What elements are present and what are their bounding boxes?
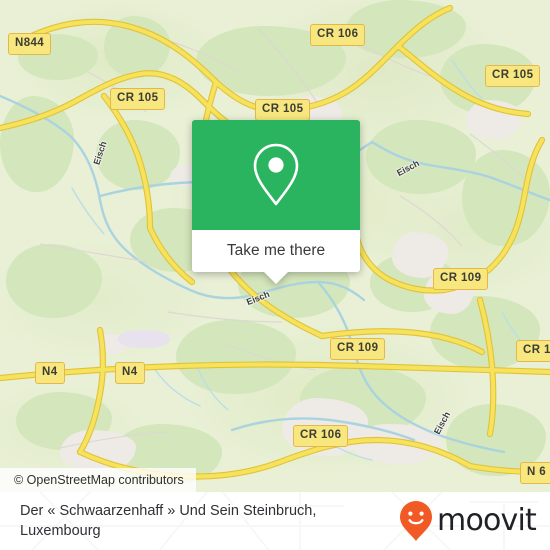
road-shield[interactable]: CR 105: [485, 65, 541, 87]
moovit-smiley-pin-icon: [400, 501, 433, 541]
road-shield[interactable]: CR 105: [110, 88, 166, 110]
attribution-text: © OpenStreetMap contributors: [14, 473, 184, 487]
road-shield[interactable]: CR 109: [433, 268, 489, 290]
location-popup-card[interactable]: Take me there: [192, 120, 360, 284]
map-canvas[interactable]: N844 CR 106 CR 105 CR 105 CR 105 CR 109 …: [0, 0, 550, 492]
moovit-wordmark: moovit: [437, 503, 537, 538]
popup-pin-area: [192, 120, 360, 230]
take-me-there-button[interactable]: Take me there: [192, 230, 360, 272]
map-attribution[interactable]: © OpenStreetMap contributors: [0, 468, 196, 492]
moovit-logo[interactable]: moovit: [399, 500, 537, 542]
road-shield[interactable]: N 6: [520, 462, 550, 484]
road-shield[interactable]: CR 106: [293, 425, 349, 447]
road-shield[interactable]: N4: [115, 362, 145, 384]
popup-tail: [264, 272, 288, 284]
page-title: Der « Schwaarzenhaff » Und Sein Steinbru…: [20, 503, 317, 539]
footer-bar: Der « Schwaarzenhaff » Und Sein Steinbru…: [0, 492, 550, 550]
road-shield[interactable]: N844: [8, 33, 52, 55]
road-shield[interactable]: N4: [35, 362, 65, 384]
road-shield[interactable]: CR 105: [255, 99, 311, 121]
screenshot-root: N844 CR 106 CR 105 CR 105 CR 105 CR 109 …: [0, 0, 550, 550]
road-shield[interactable]: CR 110: [516, 340, 550, 362]
take-me-there-label: Take me there: [226, 242, 326, 259]
road-shield[interactable]: CR 106: [310, 24, 366, 46]
road-shield[interactable]: CR 109: [330, 338, 386, 360]
map-pin-icon: [253, 143, 299, 206]
